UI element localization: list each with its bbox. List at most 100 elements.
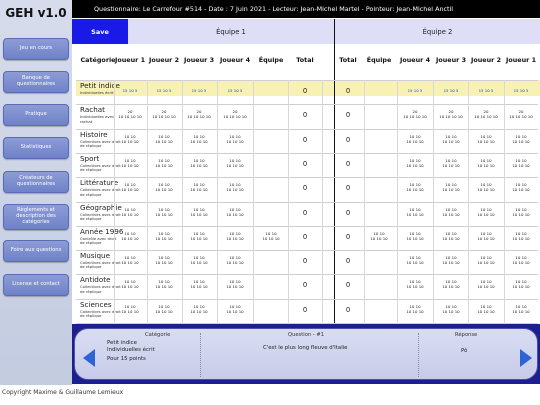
team1-score-cell[interactable]: 10 10 10 10 10 bbox=[182, 231, 216, 241]
team1-score-cell[interactable]: 10 10 10 10 10 bbox=[218, 231, 252, 241]
team1-score-cell[interactable]: 15 10 5 bbox=[147, 88, 181, 93]
team1-score-cell[interactable]: 10 10 10 10 10 bbox=[113, 134, 147, 144]
team2-score-cell[interactable]: 10 10 10 10 10 bbox=[398, 231, 432, 241]
team2-score-cell[interactable]: 10 10 10 10 10 bbox=[504, 134, 538, 144]
team1-score-cell[interactable]: 10 10 10 10 10 bbox=[218, 255, 252, 265]
team2-score-cell[interactable]: 10 10 10 10 10 bbox=[469, 304, 503, 314]
team2-score-cell[interactable]: 10 10 10 10 10 bbox=[469, 207, 503, 217]
team2-score-cell[interactable]: 10 10 10 10 10 bbox=[434, 182, 468, 192]
team2-score-cell[interactable]: 10 10 10 10 10 bbox=[398, 279, 432, 289]
team1-score-cell[interactable]: 10 10 10 10 10 bbox=[113, 231, 147, 241]
team1-score-cell[interactable]: 10 10 10 10 10 bbox=[182, 182, 216, 192]
team2-score-cell[interactable]: 15 10 5 bbox=[504, 88, 538, 93]
team2-score-cell[interactable]: 10 10 10 10 10 bbox=[504, 158, 538, 168]
nav-createurs-questionnaires[interactable]: Créateurs de questionnaires bbox=[3, 171, 69, 193]
team2-score-cell[interactable]: 10 10 10 10 10 bbox=[398, 255, 432, 265]
team1-score-cell[interactable]: 10 10 10 10 10 bbox=[182, 207, 216, 217]
nav-jeu-en-cours[interactable]: Jeu en cours bbox=[3, 38, 69, 60]
team2-score-cell[interactable]: 10 10 10 10 10 bbox=[434, 134, 468, 144]
team1-score-cell[interactable]: 10 10 10 10 10 bbox=[147, 182, 181, 192]
team1-score-cell[interactable]: 10 10 10 10 10 bbox=[147, 304, 181, 314]
team2-score-cell[interactable]: 10 10 10 10 10 bbox=[398, 134, 432, 144]
team2-score-cell[interactable]: 10 10 10 10 10 bbox=[504, 207, 538, 217]
team1-score-cell[interactable]: 10 10 10 10 10 bbox=[147, 279, 181, 289]
team1-score-cell[interactable]: 10 10 10 10 10 bbox=[147, 158, 181, 168]
team1-row-total: 0 bbox=[302, 184, 308, 193]
team2-score-cell[interactable]: 10 10 10 10 10 bbox=[398, 304, 432, 314]
team1-score-cell[interactable]: 10 10 10 10 10 bbox=[182, 304, 216, 314]
team1-score-cell[interactable]: 10 10 10 10 10 bbox=[113, 304, 147, 314]
team1-score-cell[interactable]: 10 10 10 10 10 bbox=[218, 304, 252, 314]
team1-score-cell[interactable]: 15 10 5 bbox=[218, 88, 252, 93]
col-header-team2-4: Joueur 2 bbox=[470, 56, 502, 64]
team2-score-cell[interactable]: 10 10 10 10 10 bbox=[434, 231, 468, 241]
team2-score-cell[interactable]: 10 10 10 10 10 bbox=[469, 134, 503, 144]
team2-score-cell[interactable]: 10 10 10 10 10 bbox=[469, 158, 503, 168]
team1-score-cell[interactable]: 10 10 10 10 10 bbox=[147, 207, 181, 217]
team2-score-cell[interactable]: 15 10 5 bbox=[434, 88, 468, 93]
team2-score-cell[interactable]: 10 10 10 10 10 bbox=[504, 231, 538, 241]
team2-score-cell[interactable]: 20 10 10 10 10 bbox=[469, 109, 503, 119]
team2-score-cell[interactable]: 10 10 10 10 10 bbox=[504, 304, 538, 314]
team2-score-cell[interactable]: 10 10 10 10 10 bbox=[434, 304, 468, 314]
team1-score-cell[interactable]: 10 10 10 10 10 bbox=[113, 207, 147, 217]
team2-score-cell[interactable]: 10 10 10 10 10 bbox=[362, 231, 396, 241]
team2-score-cell[interactable]: 15 10 5 bbox=[469, 88, 503, 93]
next-arrow-icon[interactable] bbox=[520, 349, 532, 367]
team2-score-cell[interactable]: 10 10 10 10 10 bbox=[469, 279, 503, 289]
team1-score-cell[interactable]: 20 10 10 10 10 bbox=[113, 109, 147, 119]
category-name: Musique bbox=[80, 251, 111, 261]
team2-score-cell[interactable]: 10 10 10 10 10 bbox=[398, 158, 432, 168]
nav-reglements[interactable]: Règlements et description des catégories bbox=[3, 204, 69, 230]
nav-statistiques[interactable]: Statistiques bbox=[3, 137, 69, 159]
team2-score-cell[interactable]: 10 10 10 10 10 bbox=[469, 231, 503, 241]
team2-score-cell[interactable]: 10 10 10 10 10 bbox=[434, 255, 468, 265]
nav-pratique[interactable]: Pratique bbox=[3, 104, 69, 126]
team1-score-cell[interactable]: 20 10 10 10 10 bbox=[182, 109, 216, 119]
team2-score-cell[interactable]: 10 10 10 10 10 bbox=[469, 255, 503, 265]
previous-arrow-icon[interactable] bbox=[83, 349, 95, 367]
team1-score-cell[interactable]: 10 10 10 10 10 bbox=[254, 231, 288, 241]
team2-score-cell[interactable]: 10 10 10 10 10 bbox=[434, 158, 468, 168]
team2-score-cell[interactable]: 10 10 10 10 10 bbox=[398, 182, 432, 192]
team2-score-cell[interactable]: 20 10 10 10 10 bbox=[434, 109, 468, 119]
save-button[interactable]: Save bbox=[72, 19, 128, 44]
team2-score-cell[interactable]: 20 10 10 10 10 bbox=[504, 109, 538, 119]
answer-text: Pô bbox=[461, 348, 468, 354]
team1-score-cell[interactable]: 15 10 5 bbox=[113, 88, 147, 93]
team2-score-cell[interactable]: 10 10 10 10 10 bbox=[434, 207, 468, 217]
team1-score-cell[interactable]: 10 10 10 10 10 bbox=[218, 182, 252, 192]
team1-score-cell[interactable]: 10 10 10 10 10 bbox=[182, 158, 216, 168]
team1-score-cell[interactable]: 10 10 10 10 10 bbox=[147, 231, 181, 241]
team1-score-cell[interactable]: 10 10 10 10 10 bbox=[113, 279, 147, 289]
team2-row-total: 0 bbox=[345, 87, 351, 95]
nav-foire-aux-questions[interactable]: Foire aux questions bbox=[3, 240, 69, 262]
team1-score-cell[interactable]: 10 10 10 10 10 bbox=[147, 134, 181, 144]
team1-score-cell[interactable]: 10 10 10 10 10 bbox=[218, 279, 252, 289]
team2-score-cell[interactable]: 10 10 10 10 10 bbox=[504, 255, 538, 265]
team1-score-cell[interactable]: 10 10 10 10 10 bbox=[182, 255, 216, 265]
team1-score-cell[interactable]: 10 10 10 10 10 bbox=[113, 158, 147, 168]
team2-score-cell[interactable]: 10 10 10 10 10 bbox=[434, 279, 468, 289]
team2-score-cell[interactable]: 10 10 10 10 10 bbox=[504, 182, 538, 192]
nav-license-contact[interactable]: License et contact bbox=[3, 274, 69, 296]
team1-score-cell[interactable]: 10 10 10 10 10 bbox=[218, 158, 252, 168]
team1-score-cell[interactable]: 10 10 10 10 10 bbox=[147, 255, 181, 265]
team2-score-cell[interactable]: 10 10 10 10 10 bbox=[504, 279, 538, 289]
team1-score-cell[interactable]: 10 10 10 10 10 bbox=[113, 255, 147, 265]
question-label: Question - #1 bbox=[288, 332, 325, 338]
team2-score-cell[interactable]: 10 10 10 10 10 bbox=[469, 182, 503, 192]
team2-score-cell[interactable]: 15 10 5 bbox=[398, 88, 432, 93]
score-grid: Catégorie Joueur 1 Joueur 2 Joueur 3 Joueur … bbox=[72, 44, 540, 332]
team1-score-cell[interactable]: 10 10 10 10 10 bbox=[113, 182, 147, 192]
team1-score-cell[interactable]: 10 10 10 10 10 bbox=[182, 134, 216, 144]
team1-score-cell[interactable]: 20 10 10 10 10 bbox=[147, 109, 181, 119]
team2-score-cell[interactable]: 10 10 10 10 10 bbox=[398, 207, 432, 217]
team2-score-cell[interactable]: 20 10 10 10 10 bbox=[398, 109, 432, 119]
team1-score-cell[interactable]: 20 10 10 10 10 bbox=[218, 109, 252, 119]
team1-score-cell[interactable]: 10 10 10 10 10 bbox=[218, 207, 252, 217]
team1-score-cell[interactable]: 15 10 5 bbox=[182, 88, 216, 93]
nav-banque-questionnaires[interactable]: Banque de questionnaires bbox=[3, 71, 69, 93]
team1-score-cell[interactable]: 10 10 10 10 10 bbox=[218, 134, 252, 144]
team1-score-cell[interactable]: 10 10 10 10 10 bbox=[182, 279, 216, 289]
